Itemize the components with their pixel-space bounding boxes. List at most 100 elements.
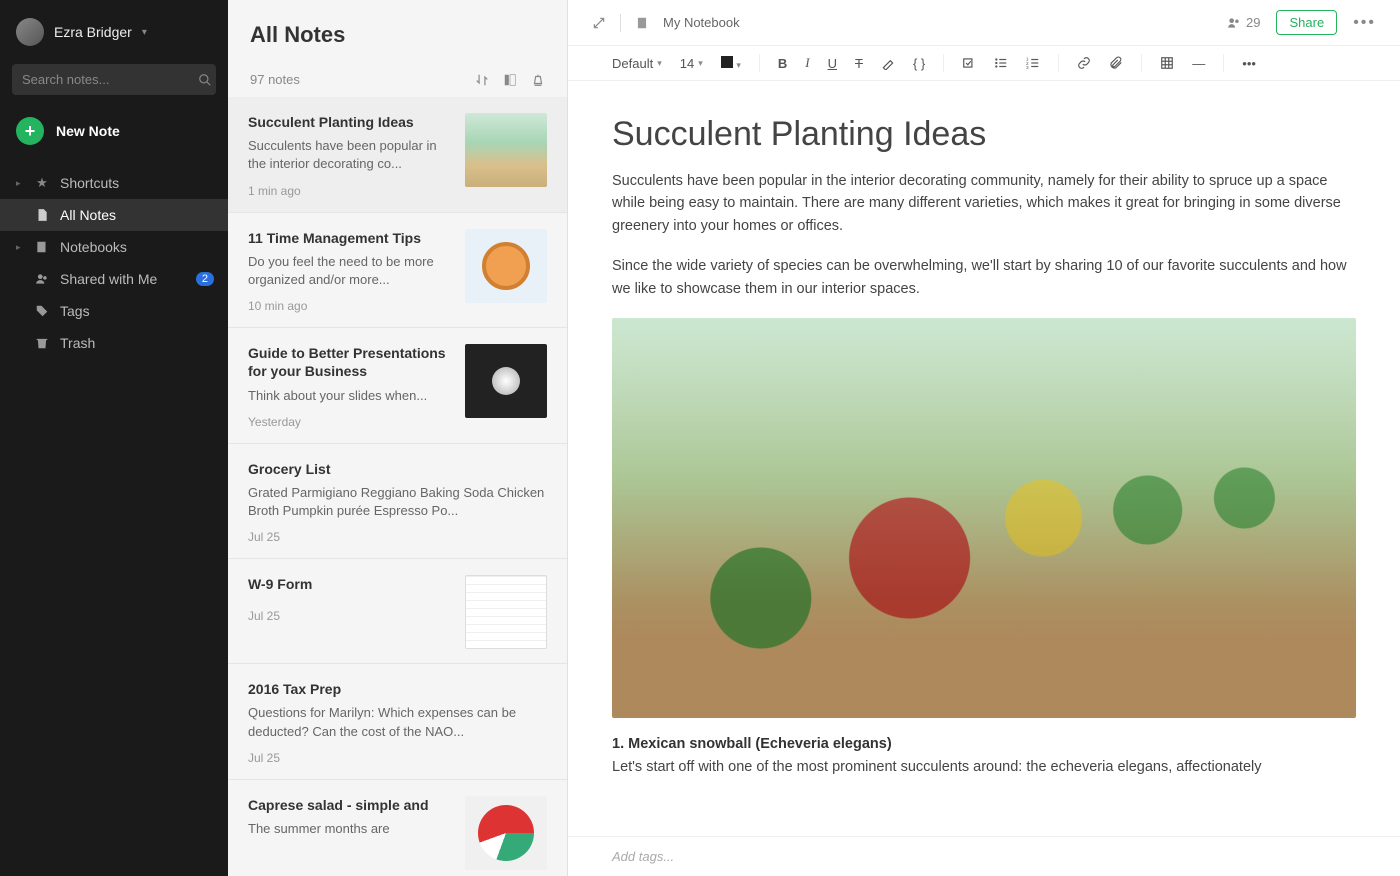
note-list-panel: All Notes 97 notes Succulent Planting Id… <box>228 0 568 876</box>
checklist-button[interactable] <box>962 56 976 70</box>
caret-icon: ▸ <box>16 178 24 189</box>
nav-tags[interactable]: Tags <box>0 295 228 327</box>
more-icon[interactable]: ••• <box>1353 14 1376 32</box>
book-icon <box>34 240 50 254</box>
bold-button[interactable]: B <box>778 56 787 71</box>
sidebar: Ezra Bridger ▾ + New Note ▸ ★ Shortcuts … <box>0 0 228 876</box>
note-item-title: Caprese salad - simple and <box>248 796 453 814</box>
shared-count[interactable]: 29 <box>1226 15 1260 30</box>
note-item-snippet: Succulents have been popular in the inte… <box>248 137 453 173</box>
table-button[interactable] <box>1160 56 1174 70</box>
note-item-title: W-9 Form <box>248 575 453 593</box>
caret-icon: ▸ <box>16 242 24 253</box>
nav-label: Notebooks <box>60 239 127 255</box>
font-select[interactable]: Default ▾ <box>612 56 662 71</box>
note-image[interactable] <box>612 318 1356 718</box>
editor-top-bar: My Notebook 29 Share ••• <box>568 0 1400 45</box>
note-item-title: Succulent Planting Ideas <box>248 113 453 131</box>
note-item-snippet: The summer months are <box>248 820 453 838</box>
note-item[interactable]: Grocery List Grated Parmigiano Reggiano … <box>228 444 567 560</box>
note-item-time: 10 min ago <box>248 299 453 313</box>
search-box[interactable] <box>12 64 216 95</box>
note-item[interactable]: Succulent Planting Ideas Succulents have… <box>228 97 567 213</box>
new-note-button[interactable]: + New Note <box>12 111 216 151</box>
note-subheading[interactable]: 1. Mexican snowball (Echeveria elegans) <box>612 736 1356 752</box>
note-item-title: 11 Time Management Tips <box>248 229 453 247</box>
note-item[interactable]: Guide to Better Presentations for your B… <box>228 328 567 444</box>
note-thumbnail <box>465 796 547 870</box>
code-block-button[interactable]: { } <box>913 56 925 71</box>
highlight-button[interactable] <box>881 56 895 70</box>
chevron-down-icon: ▾ <box>698 58 703 69</box>
size-select[interactable]: 14 ▾ <box>680 56 703 71</box>
attachment-button[interactable] <box>1109 56 1123 70</box>
svg-text:3: 3 <box>1026 65 1029 70</box>
trash-icon <box>34 336 50 350</box>
note-title[interactable]: Succulent Planting Ideas <box>612 115 1356 154</box>
note-icon <box>34 208 50 222</box>
note-item-time: Jul 25 <box>248 530 547 544</box>
chevron-down-icon: ▾ <box>142 27 147 38</box>
notelist-title: All Notes <box>250 22 545 48</box>
note-thumbnail <box>465 113 547 187</box>
share-button[interactable]: Share <box>1276 10 1337 35</box>
underline-button[interactable]: U <box>828 56 837 71</box>
link-button[interactable] <box>1077 56 1091 70</box>
italic-button[interactable]: I <box>805 55 809 71</box>
nav-notebooks[interactable]: ▸ Notebooks <box>0 231 228 263</box>
notebook-icon <box>635 16 649 30</box>
hr-button[interactable]: — <box>1192 56 1205 71</box>
user-name: Ezra Bridger <box>54 24 132 40</box>
note-paragraph[interactable]: Since the wide variety of species can be… <box>612 255 1356 300</box>
note-count: 97 notes <box>250 72 300 87</box>
nav-label: Tags <box>60 303 90 319</box>
note-item-snippet: Think about your slides when... <box>248 387 453 405</box>
note-body[interactable]: Succulent Planting Ideas Succulents have… <box>568 81 1400 836</box>
nav-label: Shared with Me <box>60 271 157 287</box>
note-item-title: Grocery List <box>248 460 547 478</box>
chevron-down-icon: ▾ <box>657 58 662 69</box>
search-icon <box>198 73 212 87</box>
user-menu[interactable]: Ezra Bridger ▾ <box>0 14 228 60</box>
numbered-list-button[interactable]: 123 <box>1026 56 1040 70</box>
sort-icon[interactable] <box>475 73 489 87</box>
reminder-icon[interactable] <box>531 73 545 87</box>
more-format-icon[interactable]: ••• <box>1242 56 1256 71</box>
notebook-name[interactable]: My Notebook <box>663 15 740 30</box>
nav-shared[interactable]: Shared with Me 2 <box>0 263 228 295</box>
view-icon[interactable] <box>503 73 517 87</box>
note-paragraph[interactable]: Succulents have been popular in the inte… <box>612 170 1356 237</box>
format-toolbar: Default ▾ 14 ▾ ▾ B I U T { } 123 <box>568 45 1400 81</box>
nav-label: Shortcuts <box>60 175 119 191</box>
note-item-snippet: Grated Parmigiano Reggiano Baking Soda C… <box>248 484 547 520</box>
note-item[interactable]: 11 Time Management Tips Do you feel the … <box>228 213 567 329</box>
tag-icon <box>34 304 50 318</box>
strikethrough-button[interactable]: T <box>855 56 863 71</box>
new-note-label: New Note <box>56 123 120 139</box>
nav-all-notes[interactable]: All Notes <box>0 199 228 231</box>
note-item-title: Guide to Better Presentations for your B… <box>248 344 453 380</box>
note-item-time: 1 min ago <box>248 184 453 198</box>
note-paragraph[interactable]: Let's start off with one of the most pro… <box>612 756 1356 778</box>
note-item-snippet: Do you feel the need to be more organize… <box>248 253 453 289</box>
nav-trash[interactable]: Trash <box>0 327 228 359</box>
note-thumbnail <box>465 575 547 649</box>
editor-panel: My Notebook 29 Share ••• Default ▾ 14 ▾ … <box>568 0 1400 876</box>
note-item-time: Jul 25 <box>248 609 453 623</box>
note-item[interactable]: W-9 Form Jul 25 <box>228 559 567 664</box>
bullet-list-button[interactable] <box>994 56 1008 70</box>
expand-icon[interactable] <box>592 16 606 30</box>
note-item[interactable]: Caprese salad - simple and The summer mo… <box>228 780 567 876</box>
note-item-title: 2016 Tax Prep <box>248 680 547 698</box>
search-input[interactable] <box>22 72 198 87</box>
people-icon <box>34 272 50 286</box>
color-picker[interactable]: ▾ <box>721 56 741 71</box>
tag-input[interactable]: Add tags... <box>568 836 1400 876</box>
note-list[interactable]: Succulent Planting Ideas Succulents have… <box>228 97 567 876</box>
note-item-snippet: Questions for Marilyn: Which expenses ca… <box>248 704 547 740</box>
nav-shortcuts[interactable]: ▸ ★ Shortcuts <box>0 167 228 199</box>
nav-label: All Notes <box>60 207 116 223</box>
avatar <box>16 18 44 46</box>
badge: 2 <box>196 272 214 286</box>
note-item[interactable]: 2016 Tax Prep Questions for Marilyn: Whi… <box>228 664 567 780</box>
